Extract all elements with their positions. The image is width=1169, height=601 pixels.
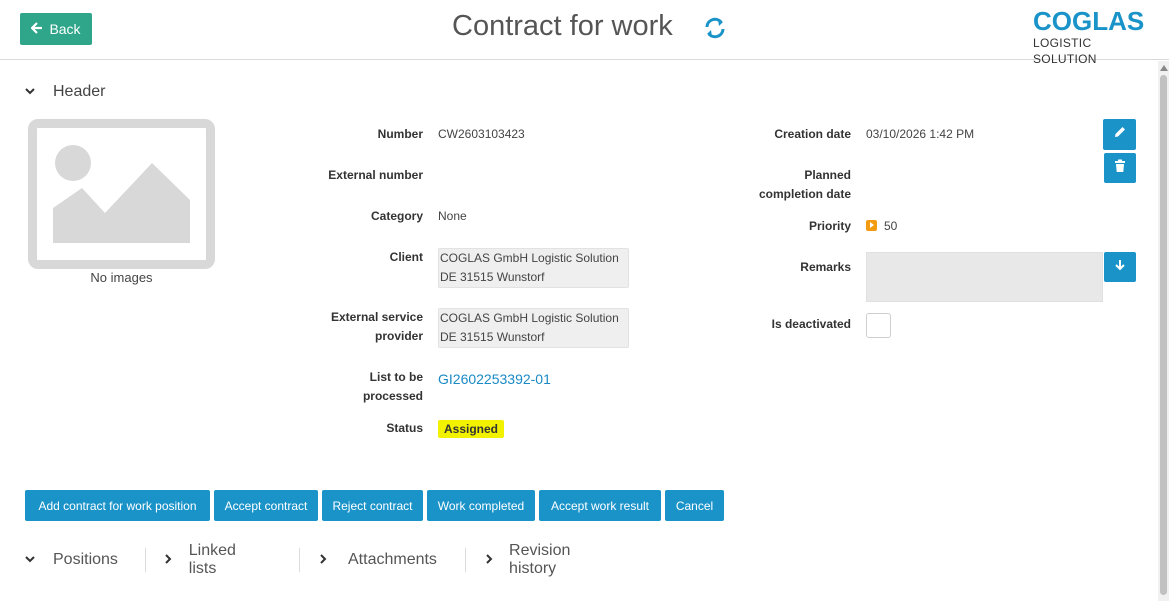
list-to-be-processed-link[interactable]: GI2602253392-01 — [438, 371, 551, 387]
pencil-icon — [1113, 125, 1127, 144]
add-contract-position-button[interactable]: Add contract for work position — [25, 490, 210, 521]
number-label: Number — [377, 127, 423, 141]
cancel-button[interactable]: Cancel — [665, 490, 724, 521]
scroll-up-icon[interactable] — [1160, 65, 1168, 71]
main-content: Header No images Number CW2603103423 Ext… — [0, 61, 1158, 601]
tab-attachments[interactable]: Attachments — [320, 540, 437, 580]
coglas-logo: COGLAS LOGISTIC SOLUTION — [1033, 7, 1153, 67]
page-title: Contract for work — [452, 10, 673, 42]
client-line-2: DE 31515 Wunstorf — [440, 270, 545, 284]
planned-label-line-2: completion date — [758, 187, 851, 201]
remarks-label: Remarks — [800, 260, 851, 274]
accept-work-result-button[interactable]: Accept work result — [539, 490, 661, 521]
category-label: Category — [370, 209, 423, 223]
creation-date-label: Creation date — [774, 127, 851, 141]
tab-divider — [145, 548, 146, 572]
planned-label-line-1: Planned — [804, 168, 851, 182]
tab-positions[interactable]: Positions — [25, 540, 118, 580]
status-badge: Assigned — [438, 420, 505, 438]
priority-value: 50 — [884, 219, 898, 233]
creation-date-value: 03/10/2026 1:42 PM — [866, 127, 975, 141]
esp-line-1: COGLAS GmbH Logistic Solution — [440, 311, 619, 325]
remarks-field[interactable] — [866, 252, 1103, 302]
tab-linked-lists[interactable]: Linked lists — [165, 540, 240, 580]
tab-revision-history[interactable]: Revision history — [486, 540, 575, 580]
reject-contract-button[interactable]: Reject contract — [322, 490, 423, 521]
work-completed-button[interactable]: Work completed — [427, 490, 535, 521]
tab-divider — [465, 548, 466, 572]
delete-button[interactable] — [1104, 153, 1136, 183]
is-deactivated-label: Is deactivated — [771, 317, 851, 331]
top-bar: Back Contract for work COGLAS LOGISTIC S… — [0, 0, 1169, 66]
esp-label-line-2: provider — [374, 329, 423, 343]
esp-line-2: DE 31515 Wunstorf — [440, 330, 545, 344]
tab-attachments-label: Attachments — [348, 551, 437, 568]
trash-icon — [1114, 159, 1126, 178]
esp-label-line-1: External service — [330, 310, 423, 324]
tab-divider — [299, 548, 300, 572]
no-images-text: No images — [90, 270, 153, 285]
expand-remarks-button[interactable] — [1104, 252, 1136, 282]
image-placeholder-icon — [28, 119, 215, 269]
number-value: CW2603103423 — [438, 127, 525, 141]
scrollbar-thumb[interactable] — [1160, 75, 1167, 595]
category-value: None — [438, 209, 467, 223]
chevron-right-icon — [486, 553, 493, 567]
client-label: Client — [389, 250, 423, 264]
list-to-be-processed-label: List to be processed — [293, 368, 423, 406]
edit-button[interactable] — [1103, 119, 1136, 150]
client-address: COGLAS GmbH Logistic Solution DE 31515 W… — [438, 248, 629, 288]
back-button[interactable]: Back — [20, 13, 92, 45]
list-label-line-2: processed — [362, 389, 423, 403]
action-toolbar: Add contract for work position Accept co… — [25, 490, 724, 521]
tab-positions-label: Positions — [53, 551, 118, 568]
chevron-down-icon — [25, 554, 37, 566]
vertical-scrollbar[interactable] — [1158, 61, 1169, 601]
back-button-label: Back — [49, 21, 81, 37]
logo-main-text: COGLAS — [1033, 6, 1145, 36]
client-line-1: COGLAS GmbH Logistic Solution — [440, 251, 619, 265]
is-deactivated-checkbox[interactable] — [866, 313, 891, 338]
list-label-line-1: List to be — [369, 370, 423, 384]
tab-linked-lists-label: Linked lists — [188, 542, 236, 577]
refresh-icon[interactable] — [703, 16, 727, 40]
priority-icon — [866, 220, 877, 231]
external-number-label: External number — [328, 168, 423, 182]
tab-revision-history-label: Revision history — [509, 542, 571, 577]
status-label: Status — [386, 421, 423, 435]
external-service-provider-label: External service provider — [293, 308, 423, 346]
chevron-right-icon — [320, 553, 332, 567]
arrow-down-icon — [1114, 258, 1126, 276]
header-section-toggle[interactable]: Header — [25, 83, 105, 101]
header-section-label: Header — [53, 83, 106, 100]
planned-completion-date-label: Planned completion date — [720, 166, 851, 204]
arrow-left-icon — [30, 21, 43, 37]
chevron-down-icon — [25, 86, 37, 98]
external-service-provider-address: COGLAS GmbH Logistic Solution DE 31515 W… — [438, 308, 629, 348]
chevron-right-icon — [165, 553, 173, 567]
priority-label: Priority — [808, 219, 851, 233]
accept-contract-button[interactable]: Accept contract — [214, 490, 318, 521]
